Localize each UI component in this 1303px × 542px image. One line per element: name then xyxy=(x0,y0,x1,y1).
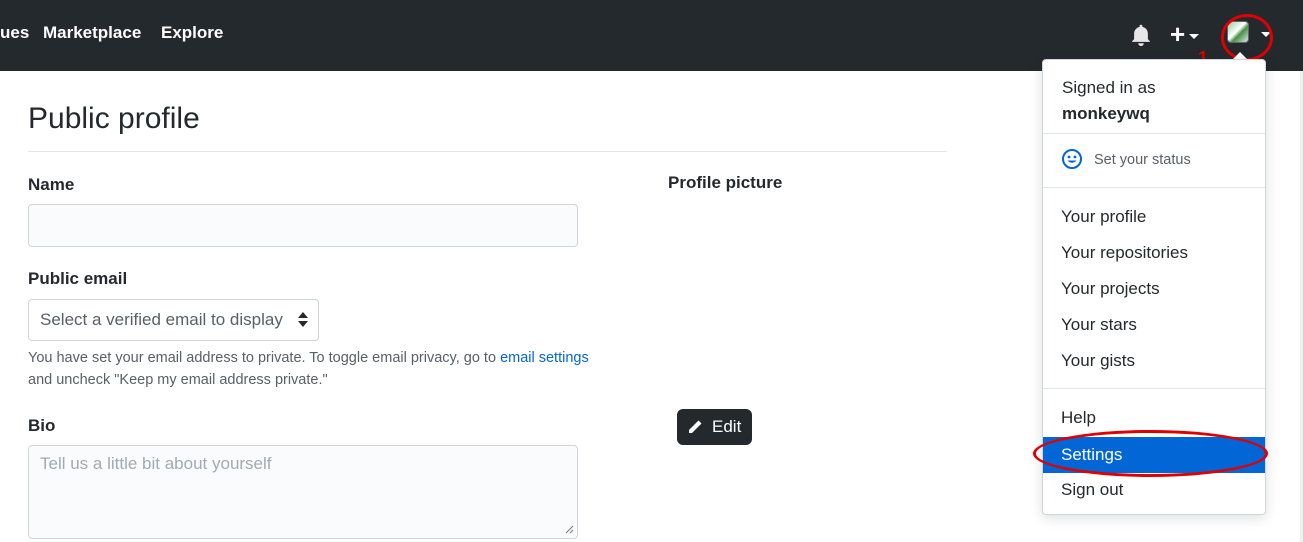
chevron-down-icon xyxy=(1189,33,1200,39)
dropdown-caret xyxy=(1233,52,1247,59)
email-settings-link[interactable]: email settings xyxy=(500,350,589,366)
nav-link-marketplace[interactable]: Marketplace xyxy=(43,23,141,43)
menu-item-your-projects[interactable]: Your projects xyxy=(1043,273,1265,305)
edit-button-label: Edit xyxy=(712,417,742,436)
menu-item-your-gists[interactable]: Your gists xyxy=(1043,345,1265,377)
bio-label: Bio xyxy=(28,416,56,435)
signed-in-header: Signed in as monkeywq xyxy=(1062,75,1156,127)
menu-item-your-profile[interactable]: Your profile xyxy=(1043,201,1265,233)
pencil-icon xyxy=(689,420,702,433)
bell-icon[interactable] xyxy=(1130,24,1152,46)
public-email-label: Public email xyxy=(28,269,128,288)
menu-item-your-repositories[interactable]: Your repositories xyxy=(1043,237,1265,269)
nav-link-explore[interactable]: Explore xyxy=(161,23,223,43)
nav-link-issues[interactable]: ues xyxy=(0,23,29,43)
create-new-dropdown[interactable]: + xyxy=(1170,19,1200,49)
title-divider xyxy=(28,151,947,152)
annotation-circle-avatar xyxy=(1221,14,1273,61)
smiley-icon xyxy=(1062,149,1082,169)
plus-icon: + xyxy=(1170,19,1186,49)
name-label: Name xyxy=(28,175,75,194)
dropdown-divider xyxy=(1043,388,1265,389)
menu-item-sign-out[interactable]: Sign out xyxy=(1043,474,1265,506)
bio-textarea[interactable] xyxy=(28,445,578,539)
dropdown-divider xyxy=(1043,187,1265,188)
annotation-circle-settings xyxy=(1033,430,1268,477)
note-text-suffix: and uncheck "Keep my email address priva… xyxy=(28,372,328,388)
email-privacy-note: You have set your email address to priva… xyxy=(28,347,648,391)
menu-item-your-stars[interactable]: Your stars xyxy=(1043,309,1265,341)
dropdown-divider xyxy=(1043,133,1265,134)
name-field[interactable] xyxy=(28,204,578,247)
note-text-prefix: You have set your email address to priva… xyxy=(28,350,497,366)
resize-grip-icon[interactable] xyxy=(564,524,574,534)
public-email-select[interactable]: Select a verified email to display xyxy=(28,299,319,341)
signed-in-as-text: Signed in as xyxy=(1062,78,1156,97)
profile-picture-label: Profile picture xyxy=(668,173,783,192)
select-arrows-icon xyxy=(298,312,308,328)
edit-picture-button[interactable]: Edit xyxy=(677,409,752,445)
username: monkeywq xyxy=(1062,104,1150,123)
public-email-selected: Select a verified email to display xyxy=(40,310,283,329)
set-status-label: Set your status xyxy=(1094,152,1191,168)
page-title: Public profile xyxy=(28,102,200,135)
